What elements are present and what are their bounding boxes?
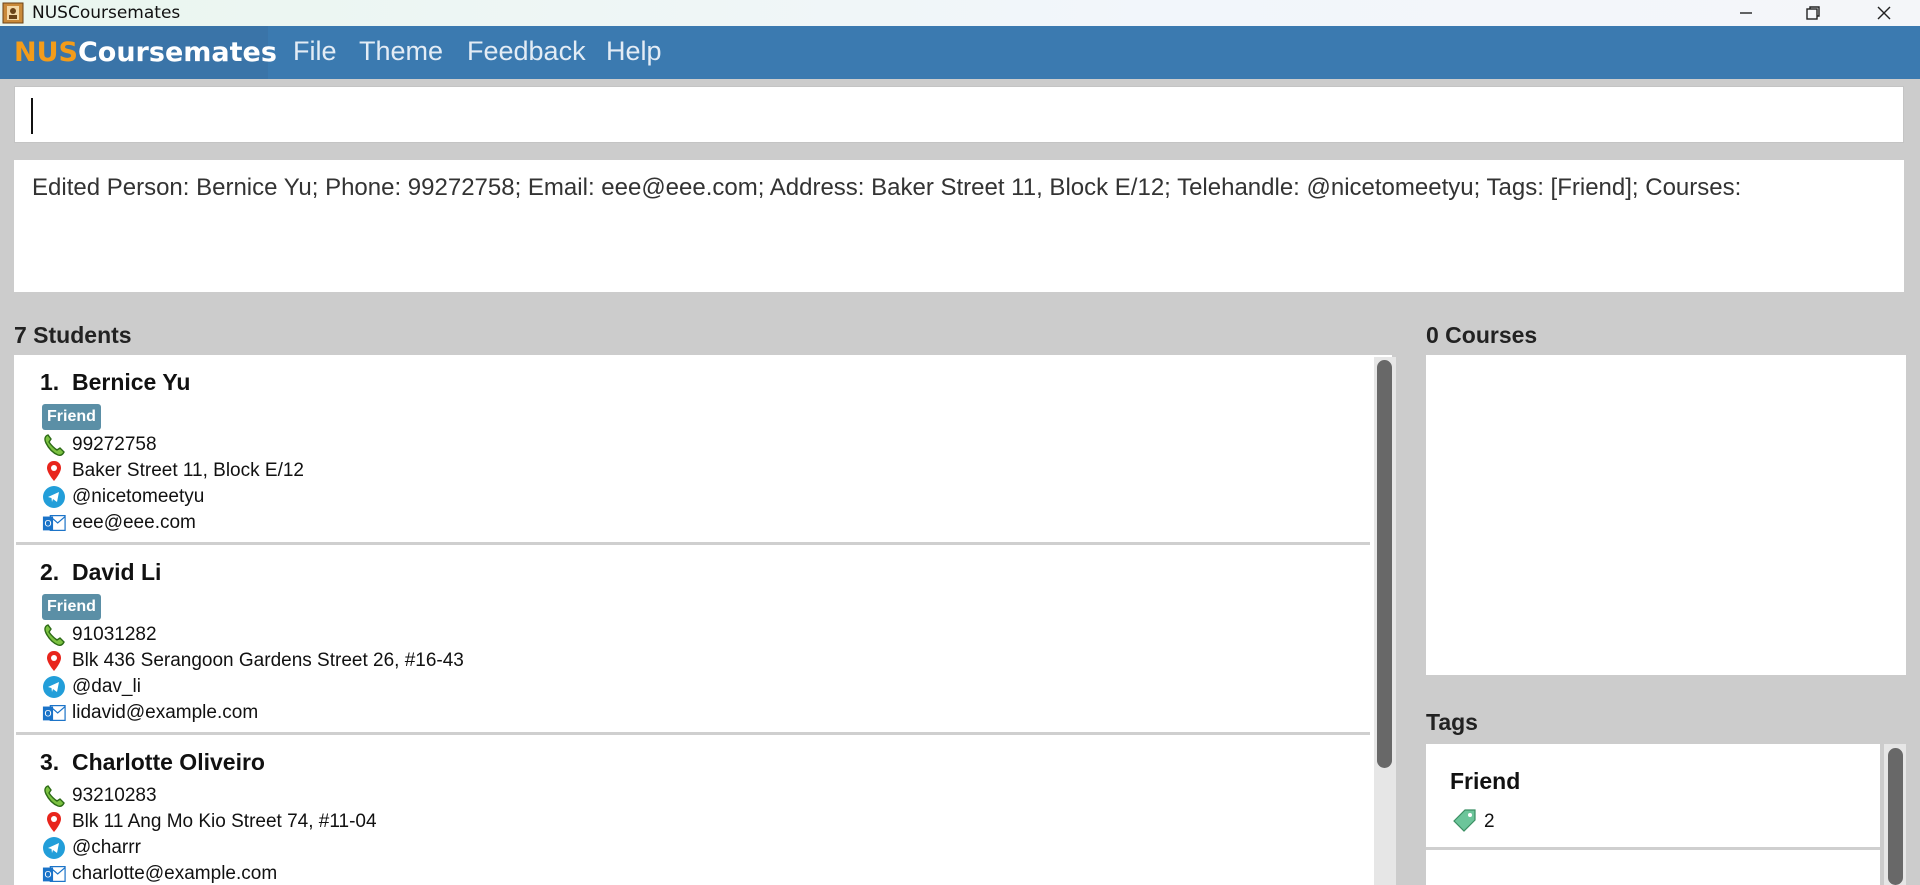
email-text: charlotte@example.com — [72, 863, 278, 884]
minimize-button[interactable] — [1718, 0, 1774, 26]
student-card[interactable]: 2. David Li Friend 91031282 Blk 436 Sera… — [16, 545, 1370, 735]
window-title: NUSCoursemates — [32, 3, 181, 23]
phone-icon — [42, 784, 66, 808]
address-row: Blk 11 Ang Mo Kio Street 74, #11-04 — [42, 809, 377, 835]
menu-help[interactable]: Help — [606, 36, 662, 67]
phone-text: 99272758 — [72, 434, 157, 455]
outlook-email-icon: O — [42, 862, 66, 885]
telegram-icon — [42, 836, 66, 860]
restore-button[interactable] — [1785, 0, 1841, 26]
menu-bar: NUS Coursemates File Theme Feedback Help — [0, 26, 1920, 79]
tag-count: 2 — [1484, 811, 1495, 832]
logo-coursemates-text: Coursemates — [77, 37, 277, 68]
student-name: David Li — [71, 559, 162, 585]
email-text: lidavid@example.com — [72, 702, 259, 723]
phone-row: 99272758 — [42, 432, 157, 458]
email-text: eee@eee.com — [72, 512, 196, 533]
phone-row: 93210283 — [42, 783, 157, 809]
tag-list-scroll-thumb[interactable] — [1888, 748, 1903, 885]
logo-nus-text: NUS — [14, 37, 78, 68]
course-list[interactable] — [1426, 355, 1906, 675]
svg-text:O: O — [44, 870, 51, 881]
restore-icon — [1806, 6, 1820, 20]
students-count-header: 7 Students — [14, 322, 132, 348]
student-index: 2. — [40, 559, 60, 585]
email-row: O lidavid@example.com — [42, 700, 258, 726]
close-icon — [1877, 6, 1891, 20]
menu-feedback[interactable]: Feedback — [467, 36, 586, 67]
student-list[interactable]: 1. Bernice Yu Friend 99272758 Baker Stre… — [14, 355, 1392, 885]
minimize-icon — [1740, 12, 1752, 14]
phone-text: 93210283 — [72, 785, 157, 806]
address-text: Blk 436 Serangoon Gardens Street 26, #16… — [72, 650, 464, 671]
student-index: 1. — [40, 369, 60, 395]
student-list-scroll-thumb[interactable] — [1377, 360, 1392, 768]
student-name: Charlotte Oliveiro — [71, 749, 265, 775]
tags-header: Tags — [1426, 709, 1478, 735]
address-row: Baker Street 11, Block E/12 — [42, 458, 304, 484]
outlook-email-icon: O — [42, 701, 66, 725]
location-pin-icon — [42, 649, 66, 673]
phone-text: 91031282 — [72, 624, 157, 645]
outlook-email-icon: O — [42, 511, 66, 535]
app-icon — [2, 2, 24, 24]
svg-text:O: O — [44, 519, 51, 530]
svg-text:O: O — [44, 709, 51, 720]
menu-file[interactable]: File — [293, 36, 337, 67]
address-text: Baker Street 11, Block E/12 — [72, 460, 304, 481]
telegram-row: @dav_li — [42, 674, 141, 700]
tag-list[interactable]: Friend 2 — [1426, 744, 1880, 885]
student-name-line: 3. Charlotte Oliveiro — [40, 749, 265, 776]
student-card[interactable]: 1. Bernice Yu Friend 99272758 Baker Stre… — [16, 355, 1370, 545]
location-pin-icon — [42, 459, 66, 483]
tag-name: Friend — [1450, 768, 1521, 794]
telehandle-text: @nicetomeetyu — [72, 486, 205, 507]
tag-badge: Friend — [42, 594, 101, 620]
telehandle-text: @dav_li — [72, 676, 141, 697]
tag-card[interactable]: Friend 2 — [1426, 744, 1880, 850]
student-index: 3. — [40, 749, 60, 775]
student-name: Bernice Yu — [71, 369, 191, 395]
telehandle-text: @charrr — [72, 837, 141, 858]
telegram-icon — [42, 675, 66, 699]
phone-icon — [42, 623, 66, 647]
result-display: Edited Person: Bernice Yu; Phone: 992727… — [14, 160, 1904, 292]
student-name-line: 2. David Li — [40, 559, 161, 586]
email-row: O charlotte@example.com — [42, 861, 277, 885]
phone-icon — [42, 433, 66, 457]
result-text: Edited Person: Bernice Yu; Phone: 992727… — [32, 174, 1742, 201]
phone-row: 91031282 — [42, 622, 157, 648]
student-name-line: 1. Bernice Yu — [40, 369, 190, 396]
app-logo: NUS Coursemates — [0, 26, 277, 79]
tag-icon — [1452, 808, 1478, 836]
telegram-icon — [42, 485, 66, 509]
tag-count-row: 2 — [1452, 808, 1495, 836]
command-input[interactable] — [14, 86, 1904, 143]
telegram-row: @charrr — [42, 835, 141, 861]
student-card[interactable]: 3. Charlotte Oliveiro 93210283 Blk 11 An… — [16, 735, 1370, 885]
close-button[interactable] — [1856, 0, 1912, 26]
courses-count-header: 0 Courses — [1426, 322, 1538, 348]
location-pin-icon — [42, 810, 66, 834]
address-row: Blk 436 Serangoon Gardens Street 26, #16… — [42, 648, 464, 674]
menu-theme[interactable]: Theme — [359, 36, 443, 67]
email-row: O eee@eee.com — [42, 510, 196, 536]
text-caret — [31, 98, 33, 134]
tag-badge: Friend — [42, 404, 101, 430]
telegram-row: @nicetomeetyu — [42, 484, 204, 510]
address-text: Blk 11 Ang Mo Kio Street 74, #11-04 — [72, 811, 377, 832]
window-titlebar: NUSCoursemates — [0, 0, 1920, 26]
